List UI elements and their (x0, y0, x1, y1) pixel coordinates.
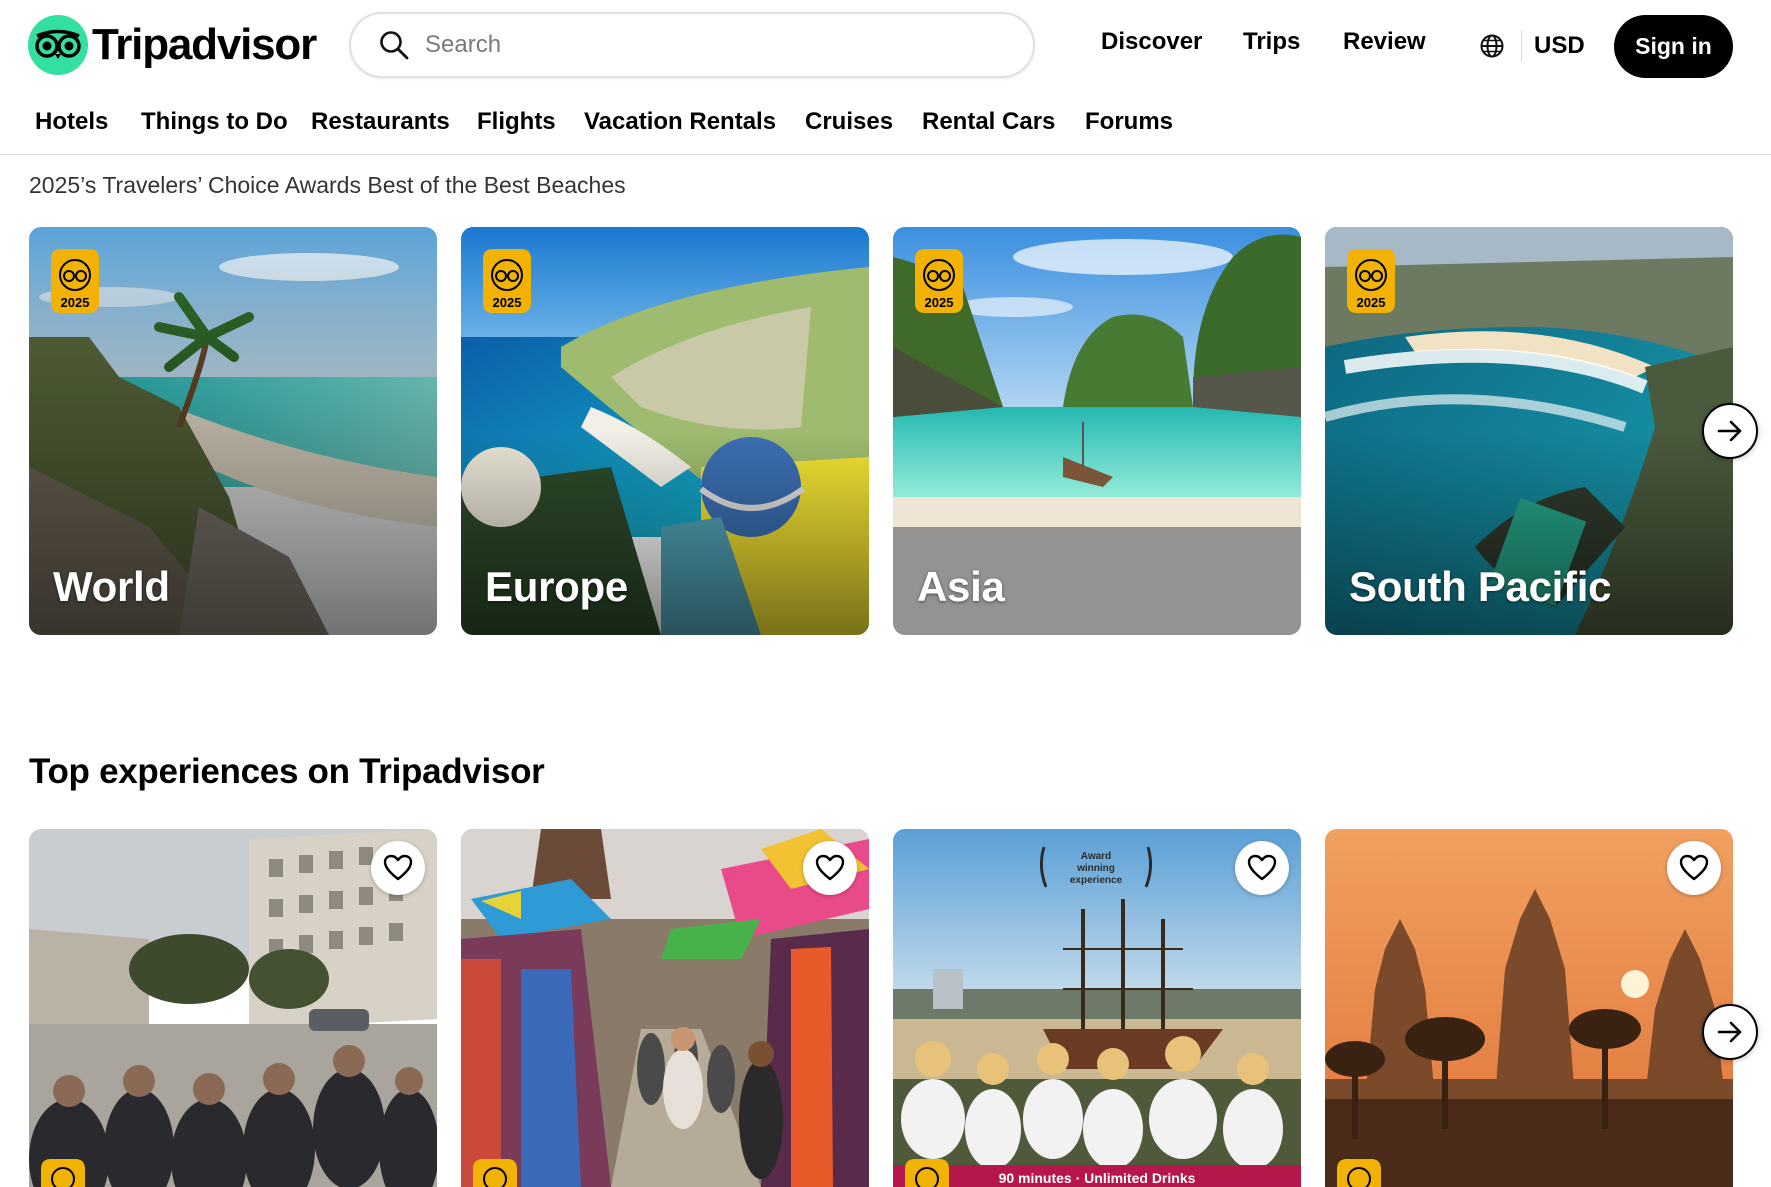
owl-logo-icon (28, 15, 88, 75)
nav-rental-cars[interactable]: Rental Cars (922, 108, 1055, 136)
travelers-choice-badge-icon: 2025 (51, 249, 99, 313)
badge-year: 2025 (1357, 295, 1386, 310)
travelers-choice-badge-icon (41, 1159, 85, 1187)
site-header: Tripadvisor Discover Trips Review USD Si… (0, 0, 1771, 155)
experiences-next-button[interactable] (1702, 1004, 1758, 1060)
globe-icon[interactable] (1479, 33, 1505, 59)
brand-name: Tripadvisor (92, 20, 317, 69)
beach-card-europe[interactable]: 2025 Europe (461, 227, 869, 635)
search-icon (380, 31, 409, 60)
experience-card[interactable] (29, 829, 437, 1187)
search-bar[interactable] (349, 12, 1035, 78)
nav-restaurants[interactable]: Restaurants (311, 108, 450, 136)
laurel-text: Award (1081, 851, 1111, 862)
nav-forums[interactable]: Forums (1085, 108, 1173, 136)
card-label: World (53, 563, 170, 610)
experience-card[interactable]: Award winning experience 90 minutes · Un… (893, 829, 1301, 1187)
nav-hotels[interactable]: Hotels (35, 108, 108, 136)
travelers-choice-badge-icon (473, 1159, 517, 1187)
tripadvisor-logo[interactable]: Tripadvisor (28, 15, 317, 75)
badge-year: 2025 (493, 295, 522, 310)
cruise-banner-text: 90 minutes · Unlimited Drinks (999, 1170, 1196, 1186)
save-favorite-button[interactable] (1235, 841, 1289, 895)
travelers-choice-badge-icon (1337, 1159, 1381, 1187)
heart-outline-icon (815, 854, 845, 881)
nav-trips[interactable]: Trips (1243, 28, 1300, 56)
sign-in-button[interactable]: Sign in (1614, 15, 1733, 78)
laurel-text: winning (1076, 863, 1115, 874)
heart-outline-icon (1679, 854, 1709, 881)
nav-flights[interactable]: Flights (477, 108, 556, 136)
card-label: Europe (485, 563, 628, 610)
arrow-right-icon (1717, 1021, 1742, 1043)
travelers-choice-badge-icon: 2025 (483, 249, 531, 313)
beach-card-south-pacific[interactable]: 2025 South Pacific (1325, 227, 1733, 635)
experience-card[interactable] (1325, 829, 1733, 1187)
laurel-text: experience (1070, 875, 1123, 886)
nav-discover[interactable]: Discover (1101, 28, 1202, 56)
save-favorite-button[interactable] (371, 841, 425, 895)
nav-review[interactable]: Review (1343, 28, 1426, 56)
experiences-section-title: Top experiences on Tripadvisor (29, 752, 545, 791)
awards-next-button[interactable] (1702, 403, 1758, 459)
arrow-right-icon (1717, 420, 1742, 442)
beach-card-world[interactable]: 2025 World (29, 227, 437, 635)
travelers-choice-badge-icon (905, 1159, 949, 1187)
nav-cruises[interactable]: Cruises (805, 108, 893, 136)
save-favorite-button[interactable] (1667, 841, 1721, 895)
card-label: South Pacific (1349, 563, 1612, 610)
divider (1521, 30, 1522, 62)
heart-outline-icon (1247, 854, 1277, 881)
travelers-choice-badge-icon: 2025 (1347, 249, 1395, 313)
currency-selector[interactable]: USD (1534, 32, 1585, 60)
travelers-choice-badge-icon: 2025 (915, 249, 963, 313)
search-input[interactable] (423, 30, 987, 60)
nav-vacation-rentals[interactable]: Vacation Rentals (584, 108, 776, 136)
beach-card-asia[interactable]: 2025 Asia (893, 227, 1301, 635)
card-label: Asia (917, 563, 1005, 610)
badge-year: 2025 (925, 295, 954, 310)
badge-year: 2025 (61, 295, 90, 310)
awards-section-title: 2025’s Travelers’ Choice Awards Best of … (29, 172, 626, 198)
save-favorite-button[interactable] (803, 841, 857, 895)
experience-card[interactable] (461, 829, 869, 1187)
heart-outline-icon (383, 854, 413, 881)
nav-things-to-do[interactable]: Things to Do (141, 108, 288, 136)
